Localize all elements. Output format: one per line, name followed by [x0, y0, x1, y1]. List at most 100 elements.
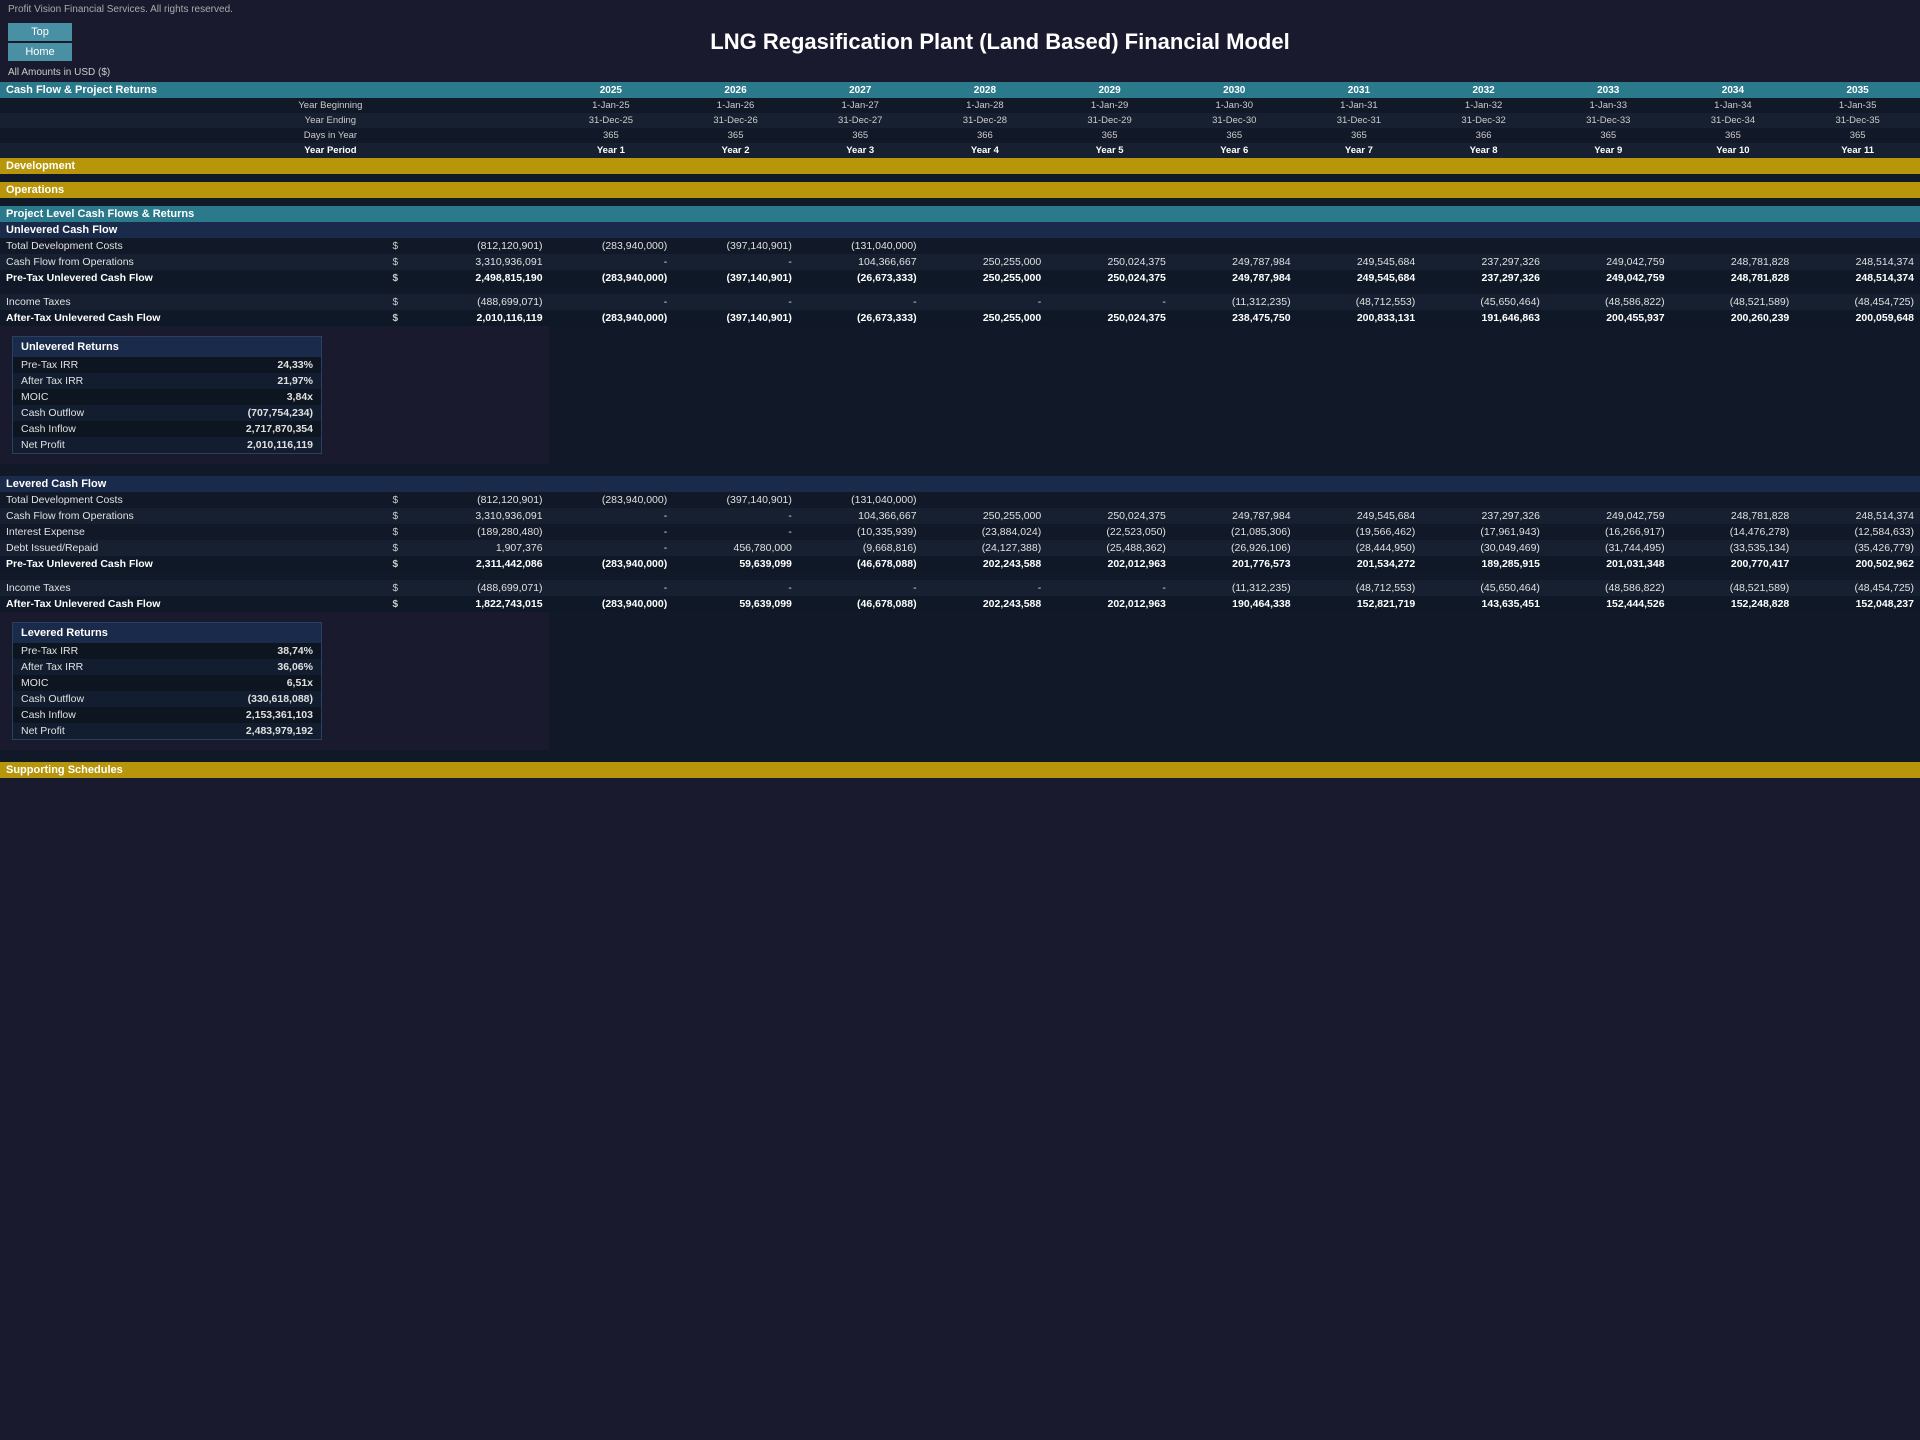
spacer-1	[0, 174, 1920, 182]
development-section-row: Development	[0, 158, 1920, 174]
ul-at-2032: 191,646,863	[1421, 310, 1546, 326]
lev-int-2027: (10,335,939)	[798, 524, 923, 540]
title-area: LNG Regasification Plant (Land Based) Fi…	[80, 19, 1920, 61]
ul-tax-currency: $	[386, 294, 423, 310]
ul-pt-2035: 248,514,374	[1795, 270, 1920, 286]
top-button[interactable]: Top	[8, 23, 72, 41]
main-table: Cash Flow & Project Returns 2025 2026 20…	[0, 82, 1920, 778]
ul-dc-2032	[1421, 238, 1546, 254]
lev-pt-2035: 200,502,962	[1795, 556, 1920, 572]
col-2030: 2030	[1172, 82, 1297, 98]
lev-int-2033: (16,266,917)	[1546, 524, 1671, 540]
ul-dev-costs-currency: $	[386, 238, 423, 254]
ul-ret-pretax-label: Pre-Tax IRR	[13, 357, 163, 373]
ul-cfo-2029: 250,024,375	[1047, 254, 1172, 270]
ul-ret-outflow-row: Cash Outflow (707,754,234)	[13, 405, 321, 421]
lev-at-2035: 152,048,237	[1795, 596, 1920, 612]
spacer-3	[0, 286, 1920, 294]
operations-section-row: Operations	[0, 182, 1920, 198]
lev-dc-2033	[1546, 492, 1671, 508]
lev-ret-moic-label: MOIC	[13, 675, 163, 691]
lev-cfo-currency: $	[386, 508, 423, 524]
lev-int-2030: (21,085,306)	[1172, 524, 1297, 540]
ul-pt-2030: 249,787,984	[1172, 270, 1297, 286]
lev-dc-2026: (397,140,901)	[673, 492, 798, 508]
ul-ret-inflow-row: Cash Inflow 2,717,870,354	[13, 421, 321, 437]
ul-dev-costs-base: (812,120,901)	[424, 238, 549, 254]
ul-cfo-label: Cash Flow from Operations	[0, 254, 274, 270]
levered-cf-header-row: Levered Cash Flow	[0, 476, 1920, 492]
ul-pt-2033: 249,042,759	[1546, 270, 1671, 286]
ye-2031: 31-Dec-31	[1297, 113, 1422, 128]
dy-2032: 366	[1421, 128, 1546, 143]
spacer-2	[0, 198, 1920, 206]
ye-2025: 31-Dec-25	[549, 113, 674, 128]
cash-flow-section-header: Cash Flow & Project Returns	[0, 82, 549, 98]
page-title: LNG Regasification Plant (Land Based) Fi…	[80, 19, 1920, 61]
year-ending-row: Year Ending 31-Dec-25 31-Dec-26 31-Dec-2…	[0, 113, 1920, 128]
col-2035: 2035	[1795, 82, 1920, 98]
lev-dev-costs-label: Total Development Costs	[0, 492, 274, 508]
lev-ret-inflow-row: Cash Inflow 2,153,361,103	[13, 707, 321, 723]
ul-tax-2035: (48,454,725)	[1795, 294, 1920, 310]
lev-at-2025: (283,940,000)	[549, 596, 674, 612]
lev-tax-2033: (48,586,822)	[1546, 580, 1671, 596]
spacer-end	[0, 750, 1920, 762]
supporting-schedules-row: Supporting Schedules	[0, 762, 1920, 778]
ul-dev-costs-row: Total Development Costs $ (812,120,901) …	[0, 238, 1920, 254]
ul-tax-base: (488,699,071)	[424, 294, 549, 310]
ul-ret-inflow-val: 2,717,870,354	[163, 421, 321, 437]
lev-ret-outflow-val: (330,618,088)	[163, 691, 321, 707]
lev-int-2025: -	[549, 524, 674, 540]
lev-int-currency: $	[386, 524, 423, 540]
lev-ret-netprofit-label: Net Profit	[13, 723, 163, 739]
lev-debt-2029: (25,488,362)	[1047, 540, 1172, 556]
lev-cfo-2032: 237,297,326	[1421, 508, 1546, 524]
ul-pt-2029: 250,024,375	[1047, 270, 1172, 286]
ul-tax-2025: -	[549, 294, 674, 310]
lev-pretax-label: Pre-Tax Unlevered Cash Flow	[0, 556, 274, 572]
yp-2027: Year 3	[798, 143, 923, 158]
lev-dev-currency: $	[386, 492, 423, 508]
lev-pt-2034: 200,770,417	[1671, 556, 1796, 572]
operations-header: Operations	[0, 182, 1920, 198]
ul-cfo-row: Cash Flow from Operations $ 3,310,936,09…	[0, 254, 1920, 270]
lev-at-2030: 190,464,338	[1172, 596, 1297, 612]
levered-returns-header: Levered Returns	[13, 623, 321, 643]
lev-at-base: 1,822,743,015	[424, 596, 549, 612]
ul-cfo-2033: 249,042,759	[1546, 254, 1671, 270]
ul-at-2035: 200,059,648	[1795, 310, 1920, 326]
lev-ret-outflow-label: Cash Outflow	[13, 691, 163, 707]
lev-cfo-label: Cash Flow from Operations	[0, 508, 274, 524]
ul-pt-2034: 248,781,828	[1671, 270, 1796, 286]
home-button[interactable]: Home	[8, 43, 72, 61]
ul-pt-2027: (26,673,333)	[798, 270, 923, 286]
dy-2027: 365	[798, 128, 923, 143]
lev-tax-2032: (45,650,464)	[1421, 580, 1546, 596]
ul-tax-2031: (48,712,553)	[1297, 294, 1422, 310]
ul-ret-moic-row: MOIC 3,84x	[13, 389, 321, 405]
lev-ret-outflow-row: Cash Outflow (330,618,088)	[13, 691, 321, 707]
lev-pt-2028: 202,243,588	[923, 556, 1048, 572]
lev-dc-2031	[1297, 492, 1422, 508]
top-bar: Profit Vision Financial Services. All ri…	[0, 0, 1920, 19]
ul-pretax-currency: $	[386, 270, 423, 286]
col-2029: 2029	[1047, 82, 1172, 98]
lev-dev-base: (812,120,901)	[424, 492, 549, 508]
project-level-header: Project Level Cash Flows & Returns	[0, 206, 1920, 222]
lev-pt-2033: 201,031,348	[1546, 556, 1671, 572]
lev-ret-inflow-val: 2,153,361,103	[163, 707, 321, 723]
lev-pt-2031: 201,534,272	[1297, 556, 1422, 572]
ul-pt-2028: 250,255,000	[923, 270, 1048, 286]
lev-at-2028: 202,243,588	[923, 596, 1048, 612]
dy-2025: 365	[549, 128, 674, 143]
lev-tax-label: Income Taxes	[0, 580, 274, 596]
yb-2027: 1-Jan-27	[798, 98, 923, 113]
yb-2028: 1-Jan-28	[923, 98, 1048, 113]
lev-cfo-2030: 249,787,984	[1172, 508, 1297, 524]
ul-dc-2025: (283,940,000)	[549, 238, 674, 254]
lev-debt-2034: (33,535,134)	[1671, 540, 1796, 556]
ul-cfo-currency: $	[386, 254, 423, 270]
dy-2026: 365	[673, 128, 798, 143]
ul-cfo-2030: 249,787,984	[1172, 254, 1297, 270]
